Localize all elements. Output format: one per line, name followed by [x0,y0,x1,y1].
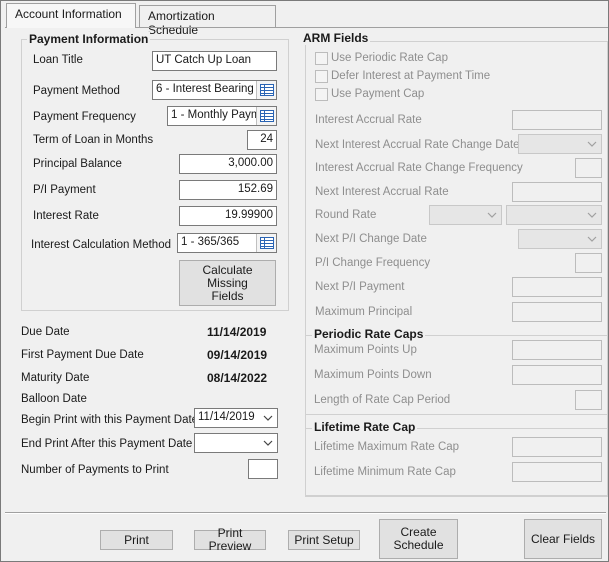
num-payments-input[interactable] [248,459,278,479]
payment-method-label: Payment Method [33,85,120,97]
first-payment-value: 09/14/2019 [207,348,268,362]
begin-print-select[interactable]: 11/14/2019 [194,408,278,428]
tab-account-information[interactable]: Account Information [6,3,136,28]
payment-frequency-lookup-icon[interactable] [256,107,276,125]
chevron-down-icon [587,212,597,218]
print-setup-button[interactable]: Print Setup [288,530,360,550]
clear-fields-button[interactable]: Clear Fields [524,519,602,559]
accrual-change-frequency-input[interactable] [575,158,602,178]
balloon-label: Balloon Date [21,393,87,405]
payment-frequency-label: Payment Frequency [33,111,136,123]
next-pi-payment-input[interactable] [512,277,602,297]
calculate-missing-fields-button[interactable]: Calculate Missing Fields [179,260,276,306]
pi-payment-input[interactable]: 152.69 [179,180,277,200]
loan-window: Account Information Amortization Schedul… [0,0,609,562]
interest-accrual-rate-label: Interest Accrual Rate [315,114,422,126]
max-points-up-label: Maximum Points Up [314,344,417,356]
term-label: Term of Loan in Months [33,134,154,146]
use-periodic-cap-label: Use Periodic Rate Cap [331,52,448,64]
create-schedule-button[interactable]: Create Schedule [379,519,458,559]
next-pi-change-date-select[interactable] [518,229,602,249]
arm-fields-title: ARM Fields [301,31,371,45]
interest-accrual-rate-input[interactable] [512,110,602,130]
round-rate-label: Round Rate [315,209,377,221]
maturity-value: 08/14/2022 [207,371,268,385]
chevron-down-icon [587,236,597,242]
lifetime-min-input[interactable] [512,462,602,482]
loan-title-input[interactable]: UT Catch Up Loan [152,51,277,71]
payment-information-title: Payment Information [27,32,151,46]
chevron-down-icon [263,440,273,446]
maximum-principal-input[interactable] [512,302,602,322]
calc-method-input[interactable]: 1 - 365/365 [177,233,277,253]
pi-change-frequency-input[interactable] [575,253,602,273]
principal-input[interactable]: 3,000.00 [179,154,277,174]
interest-rate-label: Interest Rate [33,210,99,222]
defer-interest-label: Defer Interest at Payment Time [331,70,491,82]
defer-interest-checkbox[interactable] [315,70,328,83]
next-accrual-rate-input[interactable] [512,182,602,202]
end-print-label: End Print After this Payment Date [21,438,193,450]
pi-payment-label: P/I Payment [33,184,96,196]
interest-rate-input[interactable]: 19.99900 [179,206,277,226]
payment-frequency-value: 1 - Monthly Payme [171,109,267,121]
term-input[interactable]: 24 [247,130,277,150]
chevron-down-icon [487,212,497,218]
round-rate-select-2[interactable] [506,205,602,225]
lifetime-max-input[interactable] [512,437,602,457]
print-button[interactable]: Print [100,530,173,550]
lifetime-max-label: Lifetime Maximum Rate Cap [314,441,460,453]
cap-period-length-input[interactable] [575,390,602,410]
due-date-label: Due Date [21,326,70,338]
use-periodic-cap-checkbox[interactable] [315,52,328,65]
num-payments-label: Number of Payments to Print [21,464,169,476]
next-accrual-change-date-label: Next Interest Accrual Rate Change Date [315,139,520,151]
payment-frequency-input[interactable]: 1 - Monthly Payme [167,106,277,126]
accrual-change-frequency-label: Interest Accrual Rate Change Frequency [315,162,523,174]
due-date-value: 11/14/2019 [207,325,267,339]
use-payment-cap-label: Use Payment Cap [331,88,425,100]
pi-change-frequency-label: P/I Change Frequency [315,257,431,269]
calc-method-label: Interest Calculation Method [31,239,171,251]
next-pi-payment-label: Next P/I Payment [315,281,405,293]
loan-title-label: Loan Title [33,54,83,66]
calc-method-lookup-icon[interactable] [256,234,276,252]
max-points-down-input[interactable] [512,365,602,385]
max-points-up-input[interactable] [512,340,602,360]
periodic-rate-caps-title: Periodic Rate Caps [312,327,426,341]
end-print-select[interactable] [194,433,278,453]
chevron-down-icon [587,141,597,147]
maximum-principal-label: Maximum Principal [315,306,413,318]
payment-method-lookup-icon[interactable] [256,81,276,99]
begin-print-value: 11/14/2019 [198,411,255,423]
first-payment-label: First Payment Due Date [21,349,144,361]
tab-amortization-schedule[interactable]: Amortization Schedule [139,5,276,37]
principal-label: Principal Balance [33,158,122,170]
next-accrual-rate-label: Next Interest Accrual Rate [315,186,449,198]
bottom-separator [5,512,606,514]
print-preview-button[interactable]: Print Preview [194,527,266,553]
next-accrual-change-date-select[interactable] [518,134,602,154]
lifetime-min-label: Lifetime Minimum Rate Cap [314,466,456,478]
max-points-down-label: Maximum Points Down [314,369,432,381]
maturity-label: Maturity Date [21,372,90,384]
payment-method-value: 6 - Interest Bearing [156,83,254,95]
lifetime-rate-cap-title: Lifetime Rate Cap [312,420,418,434]
chevron-down-icon [263,415,273,421]
tab-account-information-label: Account Information [15,7,122,21]
cap-period-length-label: Length of Rate Cap Period [314,394,451,406]
round-rate-select-1[interactable] [429,205,502,225]
calc-method-value: 1 - 365/365 [181,236,240,248]
next-pi-change-date-label: Next P/I Change Date [315,233,427,245]
payment-method-input[interactable]: 6 - Interest Bearing [152,80,277,100]
use-payment-cap-checkbox[interactable] [315,88,328,101]
begin-print-label: Begin Print with this Payment Date [21,414,199,426]
